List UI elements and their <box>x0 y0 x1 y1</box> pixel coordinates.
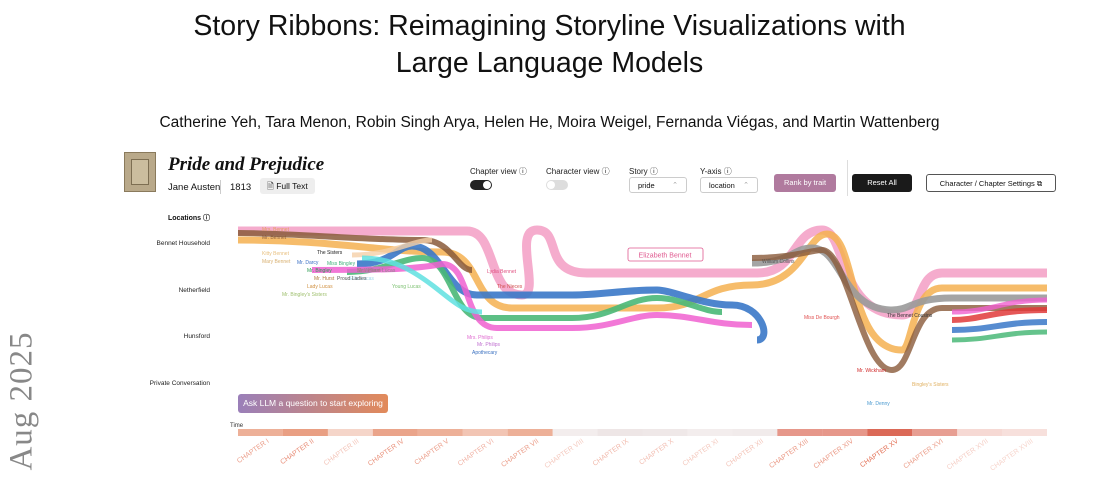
chapter-cell[interactable] <box>822 429 868 436</box>
chapter-cell[interactable] <box>867 429 913 436</box>
chapter-label[interactable]: CHAPTER XIII <box>768 438 810 470</box>
chapter-label[interactable]: CHAPTER IX <box>592 438 631 468</box>
chapter-cell[interactable] <box>597 429 643 436</box>
character-label[interactable]: Mr. Bennet <box>262 235 287 241</box>
settings-label: Character / Chapter Settings <box>939 179 1035 188</box>
book-title: Pride and Prejudice <box>168 154 325 175</box>
chapter-cell[interactable] <box>462 429 508 436</box>
character-label[interactable]: Kitty Bennet <box>262 251 290 257</box>
storyline-chart[interactable]: CHAPTER I CHAPTER II CHAPTER III CHAPTER IV… <box>112 200 1052 475</box>
title-line-2: Large Language Models <box>395 47 704 79</box>
chapter-label[interactable]: CHAPTER XVIII <box>989 438 1034 473</box>
chapter-label[interactable]: CHAPTER X <box>638 438 675 467</box>
ribbon-kitty-bennet <box>951 319 1048 333</box>
character-label[interactable]: Lydia Bennet <box>487 269 517 275</box>
yaxis-label: Y-axis ⓘ <box>700 167 732 176</box>
tooltip-text: Elizabeth Bennet <box>639 253 692 260</box>
chapter-cell[interactable] <box>912 429 958 436</box>
chapter-cell[interactable] <box>238 429 283 436</box>
chapter-cell[interactable] <box>732 429 778 436</box>
book-cover-image <box>124 152 156 192</box>
divider <box>847 160 848 196</box>
chapter-label[interactable]: CHAPTER XI <box>682 438 720 468</box>
chapter-label[interactable]: CHAPTER II <box>279 438 315 466</box>
character-label[interactable]: Mrs. Philips <box>467 335 493 341</box>
chapter-label[interactable]: CHAPTER V <box>414 438 451 467</box>
author-list: Catherine Yeh, Tara Menon, Robin Singh A… <box>159 114 940 131</box>
character-label[interactable]: Proud Ladies <box>337 276 367 282</box>
rank-by-trait-button[interactable]: Rank by trait <box>774 174 836 192</box>
book-year: 1813 <box>230 182 252 193</box>
character-label[interactable]: Mr. Philips <box>477 342 501 348</box>
chapter-cell[interactable] <box>552 429 598 436</box>
arxiv-stamp: Aug 2025 <box>3 331 40 471</box>
character-label[interactable]: Mrs. Bennet <box>262 227 290 233</box>
chapter-label[interactable]: CHAPTER XV <box>859 438 900 470</box>
chapter-cell[interactable] <box>1002 429 1047 436</box>
chapter-label[interactable]: CHAPTER XIV <box>813 438 856 471</box>
chapter-label[interactable]: CHAPTER III <box>323 438 361 467</box>
full-text-button[interactable]: 🗎 Full Text <box>260 178 315 194</box>
character-label[interactable]: The Nieces <box>497 284 523 290</box>
character-chapter-settings-button[interactable]: Character / Chapter Settings ⧉ <box>926 174 1056 192</box>
title-line-1: Story Ribbons: Reimagining Storyline Vis… <box>193 10 906 42</box>
ribbon-mr-collins <box>751 244 1047 314</box>
time-label: Time <box>230 423 244 429</box>
full-text-label: Full Text <box>276 181 308 191</box>
character-label[interactable]: Mr. Hurst <box>314 276 335 282</box>
character-label[interactable]: Mr. Bingley's Sisters <box>282 292 327 298</box>
character-label[interactable]: Bingley's Sisters <box>912 382 949 388</box>
chapter-cell[interactable] <box>957 429 1003 436</box>
document-icon: 🗎 <box>267 181 277 191</box>
divider <box>220 180 221 194</box>
chapter-cell[interactable] <box>642 429 688 436</box>
chapter-cell[interactable] <box>507 429 553 436</box>
character-label[interactable]: Mr. Darcy <box>297 260 319 266</box>
chapter-view-toggle[interactable] <box>470 180 492 190</box>
character-label[interactable]: Apothecary <box>472 350 498 356</box>
character-label[interactable]: Mr. Wickham <box>857 368 886 374</box>
chapter-cell[interactable] <box>687 429 733 436</box>
reset-all-button[interactable]: Reset All <box>852 174 912 192</box>
story-label: Story ⓘ <box>629 167 658 176</box>
book-author: Jane Austen <box>168 182 221 193</box>
character-label[interactable]: William Collins <box>762 259 795 265</box>
character-label[interactable]: The Bennet Cousins <box>887 313 933 319</box>
chapter-view-label: Chapter view ⓘ <box>470 167 527 176</box>
external-link-icon: ⧉ <box>1034 179 1043 188</box>
character-label[interactable]: The Sisters <box>317 250 343 256</box>
character-label[interactable]: Miss Bingley <box>327 261 356 267</box>
story-select[interactable]: pride <box>629 177 687 194</box>
tooltip: Elizabeth Bennet <box>627 247 704 262</box>
chapter-cell[interactable] <box>372 429 418 436</box>
character-label[interactable]: Mr. Denny <box>867 401 890 407</box>
chapter-labels: CHAPTER I CHAPTER II CHAPTER III CHAPTER IV… <box>236 438 1035 473</box>
chapter-cell[interactable] <box>327 429 373 436</box>
chapter-label[interactable]: CHAPTER VI <box>457 438 495 468</box>
chapter-cell[interactable] <box>777 429 823 436</box>
chapter-label[interactable]: CHAPTER I <box>236 438 271 465</box>
chapter-label[interactable]: CHAPTER VII <box>500 438 540 469</box>
chapter-label[interactable]: CHAPTER XVII <box>946 438 990 472</box>
ribbon-mrs-gardiner <box>951 329 1048 343</box>
ask-llm-button[interactable]: Ask LLM a question to start exploring <box>238 394 388 413</box>
paper-title: Story Ribbons: Reimagining Storyline Vis… <box>0 8 1099 82</box>
chapter-label[interactable]: CHAPTER XVI <box>903 438 945 471</box>
chapter-timeline <box>238 429 1047 436</box>
character-label[interactable]: Young Lucas <box>392 284 421 290</box>
character-label[interactable]: Sir William Lucas <box>357 268 396 274</box>
chapter-label[interactable]: CHAPTER XII <box>725 438 765 469</box>
character-label[interactable]: Miss De Bourgh <box>804 315 840 321</box>
chapter-label[interactable]: CHAPTER VIII <box>544 438 586 470</box>
chapter-cell[interactable] <box>417 429 463 436</box>
character-label[interactable]: Mary Bennet <box>262 259 291 265</box>
character-label[interactable]: Mr. Bingley <box>307 268 332 274</box>
chapter-cell[interactable] <box>282 429 328 436</box>
character-label[interactable]: Lady Lucas <box>307 284 333 290</box>
chapter-label[interactable]: CHAPTER IV <box>367 438 406 468</box>
character-view-toggle[interactable] <box>546 180 568 190</box>
character-view-label: Character view ⓘ <box>546 167 610 176</box>
yaxis-select[interactable]: location <box>700 177 758 194</box>
